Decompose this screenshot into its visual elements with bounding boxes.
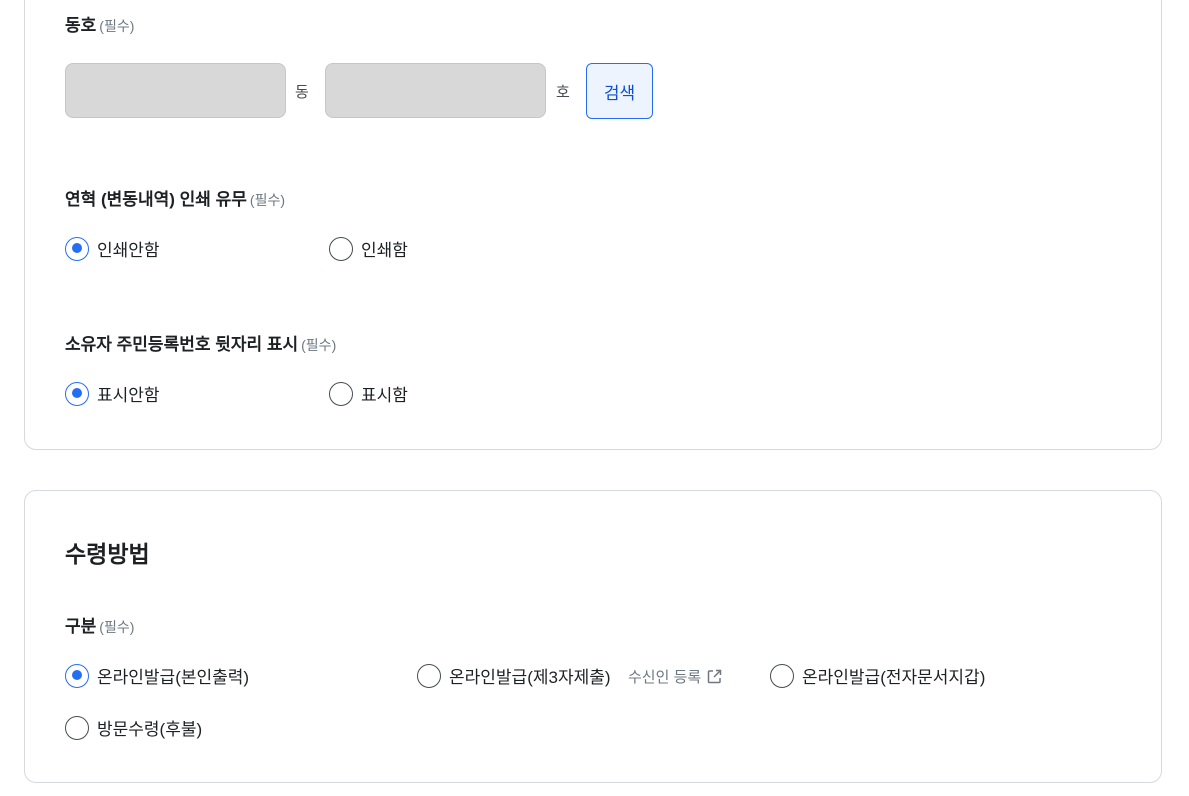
radio-online-self-print[interactable]: 온라인발급(본인출력): [65, 663, 249, 688]
radio-online-third-party[interactable]: 온라인발급(제3자제출): [417, 663, 611, 688]
radio-show-id[interactable]: 표시함: [329, 381, 408, 406]
category-label: 구분 (필수): [65, 612, 134, 637]
history-print-label: 연혁 (변동내역) 인쇄 유무 (필수): [65, 185, 285, 210]
dongho-label: 동호 (필수): [65, 11, 134, 36]
search-button[interactable]: 검색: [586, 63, 653, 119]
address-options-card: 동호 (필수) 동 호 검색 연혁 (변동내역) 인쇄 유무 (필수) 인쇄안함 인…: [24, 0, 1162, 450]
radio-unchecked-icon: [329, 236, 353, 261]
required-mark: (필수): [301, 337, 337, 353]
receipt-method-card: 수령방법 구분 (필수) 온라인발급(본인출력) 온라인발급(제3자제출) 수신인…: [24, 490, 1162, 783]
radio-unchecked-icon: [65, 715, 89, 740]
radio-label: 표시함: [361, 386, 408, 405]
radio-online-e-wallet[interactable]: 온라인발급(전자문서지갑): [770, 663, 985, 688]
required-mark: (필수): [99, 619, 135, 635]
required-mark: (필수): [249, 192, 285, 208]
recipient-link-text: 수신인 등록: [628, 669, 702, 686]
radio-label: 온라인발급(제3자제출): [449, 668, 611, 687]
owner-id-display-label: 소유자 주민등록번호 뒷자리 표시 (필수): [65, 330, 336, 355]
owner-id-display-label-text: 소유자 주민등록번호 뒷자리 표시: [65, 335, 299, 354]
radio-unchecked-icon: [770, 663, 794, 688]
radio-unchecked-icon: [329, 381, 353, 406]
dongho-label-text: 동호: [65, 16, 97, 35]
radio-print[interactable]: 인쇄함: [329, 236, 408, 261]
dong-input[interactable]: [65, 63, 286, 118]
external-link-icon: [707, 669, 722, 684]
history-print-label-text: 연혁 (변동내역) 인쇄 유무: [65, 190, 247, 209]
radio-checked-icon: [65, 663, 89, 688]
radio-label: 인쇄함: [361, 241, 408, 260]
ho-input[interactable]: [325, 63, 546, 118]
radio-visit-pickup[interactable]: 방문수령(후불): [65, 715, 202, 740]
radio-hide-id[interactable]: 표시안함: [65, 381, 160, 406]
recipient-register-link[interactable]: 수신인 등록: [628, 666, 723, 687]
radio-label: 온라인발급(본인출력): [97, 668, 250, 687]
radio-no-print[interactable]: 인쇄안함: [65, 236, 160, 261]
radio-unchecked-icon: [417, 663, 441, 688]
radio-label: 인쇄안함: [97, 241, 160, 260]
section-title: 수령방법: [65, 541, 150, 567]
required-mark: (필수): [99, 18, 135, 34]
category-label-text: 구분: [65, 617, 97, 636]
radio-label: 온라인발급(전자문서지갑): [802, 668, 986, 687]
dong-unit-label: 동: [295, 84, 309, 101]
radio-checked-icon: [65, 381, 89, 406]
radio-label: 표시안함: [97, 386, 160, 405]
ho-unit-label: 호: [556, 84, 570, 101]
radio-label: 방문수령(후불): [97, 720, 203, 739]
radio-checked-icon: [65, 236, 89, 261]
